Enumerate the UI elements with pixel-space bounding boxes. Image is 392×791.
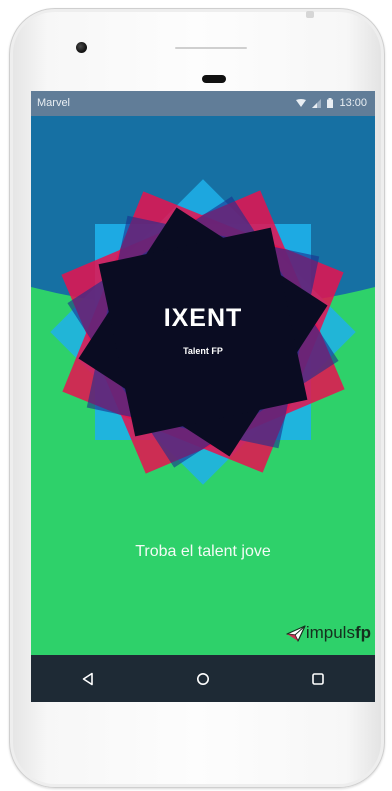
carrier-name: Marvel [37, 97, 71, 109]
power-button [306, 11, 314, 18]
front-camera [76, 42, 87, 53]
tagline: Troba el talent jove [135, 543, 271, 560]
android-nav-bar [31, 655, 375, 702]
ixent-logo-graphic [50, 179, 356, 485]
home-icon [196, 672, 209, 685]
app-title: IXENT [163, 304, 243, 332]
recents-button[interactable] [298, 659, 338, 699]
status-bar: Marvel 13:00 [31, 91, 375, 116]
brand-prefix: impuls [305, 623, 355, 642]
signal-icon [312, 98, 322, 108]
wifi-icon [296, 98, 307, 107]
back-icon [83, 672, 94, 685]
paper-plane-icon [286, 624, 306, 642]
home-button[interactable] [183, 659, 223, 699]
impulsfp-logo: impuls fp [286, 623, 371, 643]
status-icons: 13:00 [296, 97, 367, 109]
app-subtitle: Talent FP [183, 346, 223, 356]
back-button[interactable] [68, 659, 108, 699]
battery-icon [327, 98, 334, 108]
status-time: 13:00 [339, 97, 367, 109]
splash-screen: IXENT Talent FP Troba el talent jove imp… [31, 116, 375, 655]
recents-icon [311, 672, 324, 685]
brand-suffix: fp [354, 623, 371, 642]
speaker-grille [175, 47, 247, 49]
phone-screen: Marvel 13:00 IXENT Talent FP Troba el ta… [31, 91, 375, 702]
earpiece [202, 75, 226, 83]
